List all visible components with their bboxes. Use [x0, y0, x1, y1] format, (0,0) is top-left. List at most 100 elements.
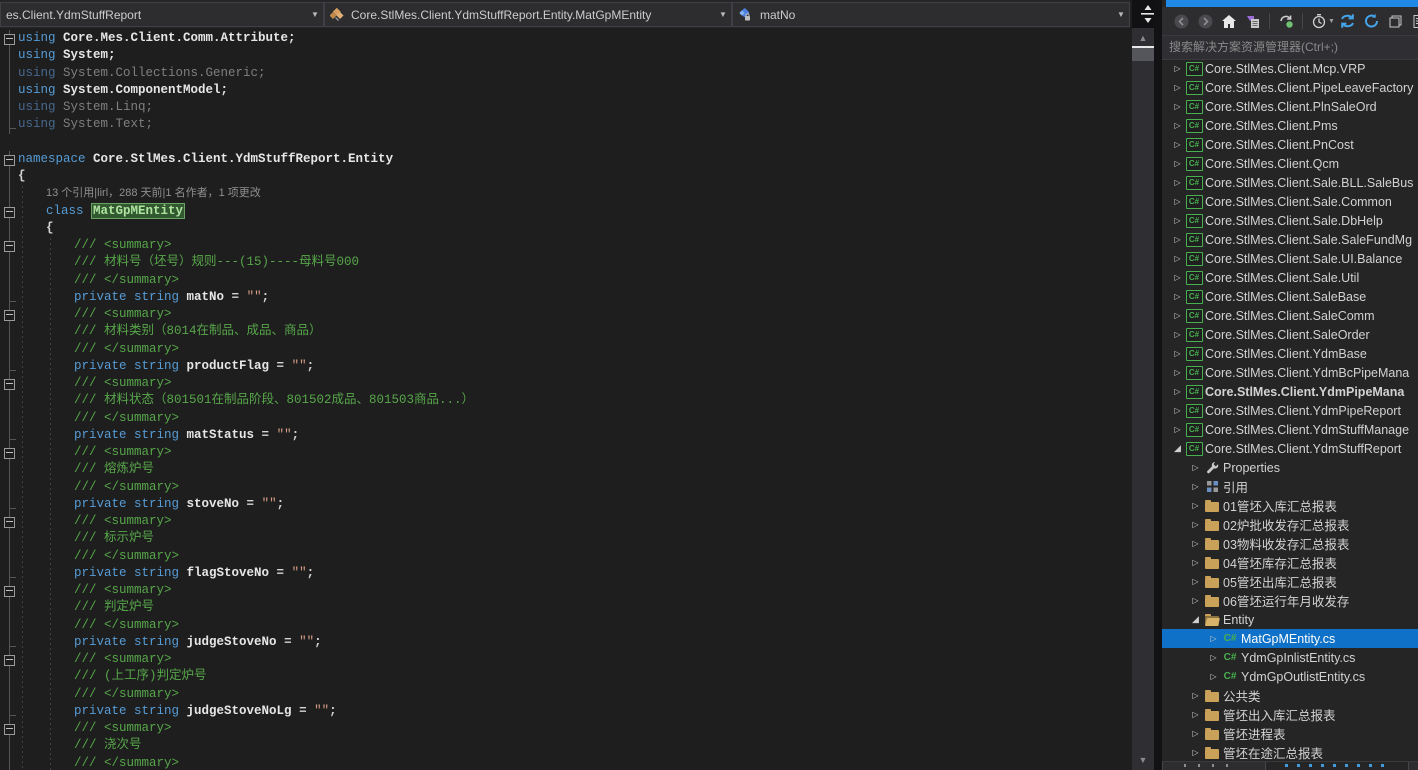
- collapsed-arrow-icon[interactable]: ▷: [1170, 311, 1185, 320]
- collapsed-arrow-icon[interactable]: ▷: [1188, 729, 1203, 738]
- scrollbar-thumb[interactable]: [1132, 48, 1154, 61]
- tree-item-core-stlmes-client-ydmstuffreport[interactable]: ◢C#Core.StlMes.Client.YdmStuffReport: [1162, 439, 1418, 458]
- solution-explorer-search-input[interactable]: 搜索解决方案资源管理器(Ctrl+;): [1162, 35, 1418, 60]
- collapsed-arrow-icon[interactable]: ▷: [1170, 330, 1185, 339]
- collapsed-arrow-icon[interactable]: ▷: [1170, 425, 1185, 434]
- collapsed-arrow-icon[interactable]: ▷: [1170, 159, 1185, 168]
- tool-window-tab-strip[interactable]: [1162, 761, 1418, 770]
- tree-item-core-stlmes-client-sale-common[interactable]: ▷C#Core.StlMes.Client.Sale.Common: [1162, 192, 1418, 211]
- tree-item--[interactable]: ▷管坯出入库汇总报表: [1162, 705, 1418, 724]
- tree-item--[interactable]: ▷管坯进程表: [1162, 724, 1418, 743]
- tree-item-ydmgpinlistentity-cs[interactable]: ▷C#YdmGpInlistEntity.cs: [1162, 648, 1418, 667]
- outline-collapse-icon[interactable]: [4, 379, 15, 390]
- tree-item-core-stlmes-client-ydmstuffmanage[interactable]: ▷C#Core.StlMes.Client.YdmStuffManage: [1162, 420, 1418, 439]
- tree-item-ydmgpoutlistentity-cs[interactable]: ▷C#YdmGpOutlistEntity.cs: [1162, 667, 1418, 686]
- tree-item-core-stlmes-client-qcm[interactable]: ▷C#Core.StlMes.Client.Qcm: [1162, 154, 1418, 173]
- collapsed-arrow-icon[interactable]: ▷: [1206, 653, 1221, 662]
- collapsed-arrow-icon[interactable]: ▷: [1170, 140, 1185, 149]
- tree-item-core-stlmes-client-ydmpipemana[interactable]: ▷C#Core.StlMes.Client.YdmPipeMana: [1162, 382, 1418, 401]
- outline-collapse-icon[interactable]: [4, 241, 15, 252]
- tree-item-core-stlmes-client-saleorder[interactable]: ▷C#Core.StlMes.Client.SaleOrder: [1162, 325, 1418, 344]
- collapsed-arrow-icon[interactable]: ▷: [1188, 748, 1203, 757]
- tree-item--[interactable]: ▷引用: [1162, 477, 1418, 496]
- collapsed-arrow-icon[interactable]: ▷: [1188, 577, 1203, 586]
- outline-collapse-icon[interactable]: [4, 34, 15, 45]
- expanded-arrow-icon[interactable]: ◢: [1188, 614, 1203, 625]
- tree-item-05-[interactable]: ▷05管坯出库汇总报表: [1162, 572, 1418, 591]
- collapsed-arrow-icon[interactable]: ▷: [1170, 254, 1185, 263]
- collapsed-arrow-icon[interactable]: ▷: [1188, 482, 1203, 491]
- collapsed-arrow-icon[interactable]: ▷: [1170, 387, 1185, 396]
- tree-item-core-stlmes-client-ydmbcpipemana[interactable]: ▷C#Core.StlMes.Client.YdmBcPipeMana: [1162, 363, 1418, 382]
- collapsed-arrow-icon[interactable]: ▷: [1188, 710, 1203, 719]
- project-dropdown[interactable]: es.Client.YdmStuffReport ▼: [0, 2, 324, 27]
- tree-item-core-stlmes-client-sale-dbhelp[interactable]: ▷C#Core.StlMes.Client.Sale.DbHelp: [1162, 211, 1418, 230]
- outline-collapse-icon[interactable]: [4, 586, 15, 597]
- tree-item--[interactable]: ▷公共类: [1162, 686, 1418, 705]
- tree-item-core-stlmes-client-ydmpipereport[interactable]: ▷C#Core.StlMes.Client.YdmPipeReport: [1162, 401, 1418, 420]
- tree-item-core-stlmes-client-salecomm[interactable]: ▷C#Core.StlMes.Client.SaleComm: [1162, 306, 1418, 325]
- collapsed-arrow-icon[interactable]: ▷: [1188, 501, 1203, 510]
- tree-item-core-stlmes-client-sale-util[interactable]: ▷C#Core.StlMes.Client.Sale.Util: [1162, 268, 1418, 287]
- collapsed-arrow-icon[interactable]: ▷: [1170, 216, 1185, 225]
- collapsed-arrow-icon[interactable]: ▷: [1170, 368, 1185, 377]
- collapsed-arrow-icon[interactable]: ▷: [1206, 634, 1221, 643]
- collapsed-arrow-icon[interactable]: ▷: [1170, 64, 1185, 73]
- collapsed-arrow-icon[interactable]: ▷: [1170, 235, 1185, 244]
- expanded-arrow-icon[interactable]: ◢: [1170, 443, 1185, 454]
- type-dropdown[interactable]: Core.StlMes.Client.YdmStuffReport.Entity…: [324, 2, 732, 27]
- tree-item-06-[interactable]: ▷06管坯运行年月收发存: [1162, 591, 1418, 610]
- tree-item-properties[interactable]: ▷Properties: [1162, 458, 1418, 477]
- collapsed-arrow-icon[interactable]: ▷: [1188, 539, 1203, 548]
- outline-collapse-icon[interactable]: [4, 517, 15, 528]
- collapsed-arrow-icon[interactable]: ▷: [1170, 102, 1185, 111]
- editor-vertical-scrollbar[interactable]: ▲ ▼: [1132, 28, 1154, 770]
- code-editor[interactable]: using Core.Mes.Client.Comm.Attribute;usi…: [0, 28, 1130, 770]
- collapsed-arrow-icon[interactable]: ▷: [1188, 691, 1203, 700]
- show-all-files-icon[interactable]: [1409, 10, 1418, 32]
- outline-collapse-icon[interactable]: [4, 448, 15, 459]
- tree-item-core-stlmes-client-mcp-vrp[interactable]: ▷C#Core.StlMes.Client.Mcp.VRP: [1162, 59, 1418, 78]
- tree-item-core-stlmes-client-sale-salefundmg[interactable]: ▷C#Core.StlMes.Client.Sale.SaleFundMg: [1162, 230, 1418, 249]
- chevron-down-icon[interactable]: ▼: [1328, 18, 1335, 25]
- tree-item-03-[interactable]: ▷03物料收发存汇总报表: [1162, 534, 1418, 553]
- collapse-all-icon[interactable]: [1385, 10, 1407, 32]
- collapsed-arrow-icon[interactable]: ▷: [1188, 463, 1203, 472]
- outline-collapse-icon[interactable]: [4, 655, 15, 666]
- outline-collapse-icon[interactable]: [4, 207, 15, 218]
- tool-window-tab-active[interactable]: [1280, 762, 1398, 770]
- tree-item-core-stlmes-client-sale-bll-salebus[interactable]: ▷C#Core.StlMes.Client.Sale.BLL.SaleBus: [1162, 173, 1418, 192]
- back-icon[interactable]: [1170, 10, 1192, 32]
- update-icon[interactable]: [1361, 10, 1383, 32]
- tree-item-entity[interactable]: ◢Entity: [1162, 610, 1418, 629]
- member-dropdown[interactable]: matNo ▼: [732, 2, 1130, 27]
- pane-splitter[interactable]: [1154, 0, 1162, 770]
- outline-collapse-icon[interactable]: [4, 724, 15, 735]
- tree-item-04-[interactable]: ▷04管坯库存汇总报表: [1162, 553, 1418, 572]
- collapsed-arrow-icon[interactable]: ▷: [1170, 83, 1185, 92]
- tool-window-tab[interactable]: [1408, 762, 1418, 770]
- tree-item-matgpmentity-cs[interactable]: ▷C#MatGpMEntity.cs: [1162, 629, 1418, 648]
- tree-item-01-[interactable]: ▷01管坯入库汇总报表: [1162, 496, 1418, 515]
- tree-item-core-stlmes-client-sale-ui-balance[interactable]: ▷C#Core.StlMes.Client.Sale.UI.Balance: [1162, 249, 1418, 268]
- collapsed-arrow-icon[interactable]: ▷: [1170, 349, 1185, 358]
- sync-with-active-document-icon[interactable]: [1275, 10, 1297, 32]
- outline-collapse-icon[interactable]: [4, 310, 15, 321]
- scroll-up-arrow-icon[interactable]: ▲: [1132, 33, 1154, 43]
- collapsed-arrow-icon[interactable]: ▷: [1188, 596, 1203, 605]
- scroll-down-arrow-icon[interactable]: ▼: [1132, 755, 1154, 765]
- home-icon[interactable]: [1218, 10, 1240, 32]
- collapsed-arrow-icon[interactable]: ▷: [1206, 672, 1221, 681]
- pending-changes-filter-icon[interactable]: [1308, 10, 1330, 32]
- tree-item-core-stlmes-client-pipeleavefactory[interactable]: ▷C#Core.StlMes.Client.PipeLeaveFactory: [1162, 78, 1418, 97]
- collapsed-arrow-icon[interactable]: ▷: [1170, 273, 1185, 282]
- tree-item-02-[interactable]: ▷02炉批收发存汇总报表: [1162, 515, 1418, 534]
- forward-icon[interactable]: [1194, 10, 1216, 32]
- collapsed-arrow-icon[interactable]: ▷: [1170, 292, 1185, 301]
- collapsed-arrow-icon[interactable]: ▷: [1188, 558, 1203, 567]
- outline-collapse-icon[interactable]: [4, 155, 15, 166]
- collapsed-arrow-icon[interactable]: ▷: [1188, 520, 1203, 529]
- tree-item-core-stlmes-client-ydmbase[interactable]: ▷C#Core.StlMes.Client.YdmBase: [1162, 344, 1418, 363]
- tree-item--[interactable]: ▷管坯在途汇总报表: [1162, 743, 1418, 762]
- collapsed-arrow-icon[interactable]: ▷: [1170, 197, 1185, 206]
